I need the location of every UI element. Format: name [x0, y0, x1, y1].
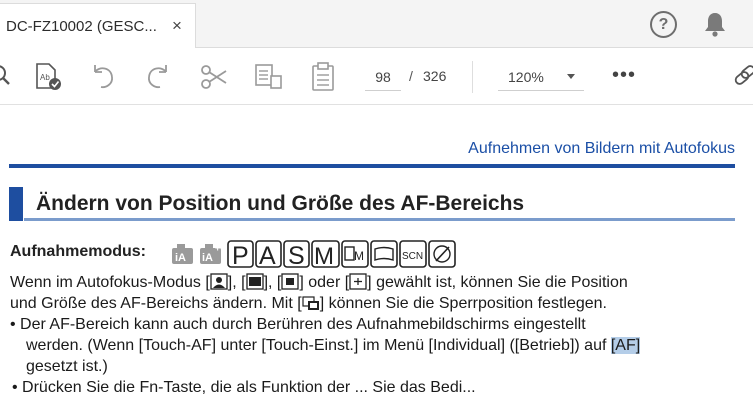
toolbar: Ab 98 / 326 120% ••• — [0, 49, 753, 105]
custom-multi-icon — [302, 296, 319, 310]
section-rule — [24, 218, 735, 221]
page-total: 326 — [423, 68, 447, 84]
svg-text:Ab: Ab — [40, 73, 50, 82]
running-head: Aufnehmen von Bildern mit Autofokus — [468, 140, 735, 157]
scene-mode-icon: SCN — [399, 240, 427, 268]
page-number-input[interactable]: 98 — [365, 63, 401, 91]
intelligent-auto-plus-icon: iA + — [200, 243, 221, 264]
document-tab[interactable]: DC-FZ10002 (GESC... × — [0, 3, 196, 48]
pinpoint-icon — [349, 273, 367, 290]
text-run: ] oder [ — [299, 274, 350, 291]
intelligent-auto-icon: iA — [172, 244, 193, 264]
zoom-value: 120% — [508, 69, 544, 85]
organize-pages-icon[interactable] — [253, 62, 285, 92]
bullet-2-line-1: • Drücken Sie die Fn-Taste, die als Funk… — [12, 379, 476, 396]
aperture-mode-icon: A — [255, 240, 282, 269]
selected-text[interactable]: [AF] — [610, 337, 641, 354]
tab-bar: DC-FZ10002 (GESC... × ? — [0, 0, 753, 48]
search-icon[interactable] — [0, 62, 14, 90]
scissors-icon[interactable] — [199, 62, 229, 92]
undo-icon[interactable] — [89, 62, 117, 92]
text-run: ], [ — [263, 274, 282, 291]
toolbar-divider — [472, 61, 473, 93]
svg-text:SCN: SCN — [402, 251, 423, 262]
more-options-button[interactable]: ••• — [612, 64, 636, 87]
recording-mode-icons: iA iA + P A S M M SCN — [172, 240, 456, 269]
document-page: Aufnehmen von Bildern mit Autofokus Ände… — [0, 106, 753, 396]
help-icon[interactable]: ? — [650, 11, 677, 38]
close-tab-icon[interactable]: × — [172, 16, 182, 36]
svg-text:iA: iA — [175, 252, 186, 264]
header-rule — [9, 164, 735, 168]
svg-text:M: M — [354, 249, 364, 263]
text-run: werden. (Wenn [Touch-AF] unter [Touch-Ei… — [26, 337, 611, 354]
creative-video-mode-icon: M — [341, 240, 369, 268]
manual-mode-icon: M — [311, 240, 340, 269]
svg-text:iA: iA — [202, 252, 213, 264]
svg-text:A: A — [259, 242, 276, 269]
paragraph-line-2: und Größe des AF-Bereichs ändern. Mit []… — [10, 293, 607, 314]
tracking-icon — [245, 273, 264, 290]
shutter-mode-icon: S — [283, 240, 310, 269]
face-eye-detection-icon — [210, 273, 228, 290]
text-run: und Größe des AF-Bereichs ändern. Mit [ — [10, 295, 302, 312]
tab-title: DC-FZ10002 (GESC... — [6, 18, 157, 35]
section-marker — [9, 187, 23, 221]
text-run: ] gewählt ist, können Sie die Position — [367, 274, 628, 291]
bullet-1-line-3: gesetzt ist.) — [26, 358, 108, 375]
text-run: ], [ — [227, 274, 246, 291]
fill-sign-icon[interactable]: Ab — [34, 62, 64, 92]
section-title: Ändern von Position und Größe des AF-Ber… — [36, 192, 525, 215]
text-run: ] können Sie die Sperrposition festlegen… — [319, 295, 607, 312]
program-mode-icon: P — [227, 240, 254, 269]
mode-label: Aufnahmemodus: — [10, 243, 146, 260]
paragraph-line-1: Wenn im Autofokus-Modus [ ], [ ], [ ] oder … — [10, 272, 628, 293]
svg-text:P: P — [232, 242, 249, 269]
bullet-1-line-1: • Der AF-Bereich kann auch durch Berühre… — [10, 316, 586, 333]
page-separator: / — [409, 68, 413, 84]
svg-text:S: S — [288, 242, 305, 269]
text-run: Wenn im Autofokus-Modus [ — [10, 274, 210, 291]
clipboard-icon[interactable] — [310, 62, 336, 92]
panorama-mode-icon — [370, 240, 398, 268]
redo-icon[interactable] — [144, 62, 172, 92]
link-icon[interactable] — [733, 62, 753, 92]
chevron-down-icon[interactable] — [567, 74, 575, 79]
1-area-icon — [281, 273, 300, 290]
creative-control-icon — [428, 240, 456, 268]
svg-text:+: + — [215, 243, 220, 253]
bell-icon[interactable] — [703, 11, 727, 37]
svg-text:M: M — [314, 243, 334, 269]
bullet-1-line-2: werden. (Wenn [Touch-AF] unter [Touch-Ei… — [26, 335, 641, 356]
